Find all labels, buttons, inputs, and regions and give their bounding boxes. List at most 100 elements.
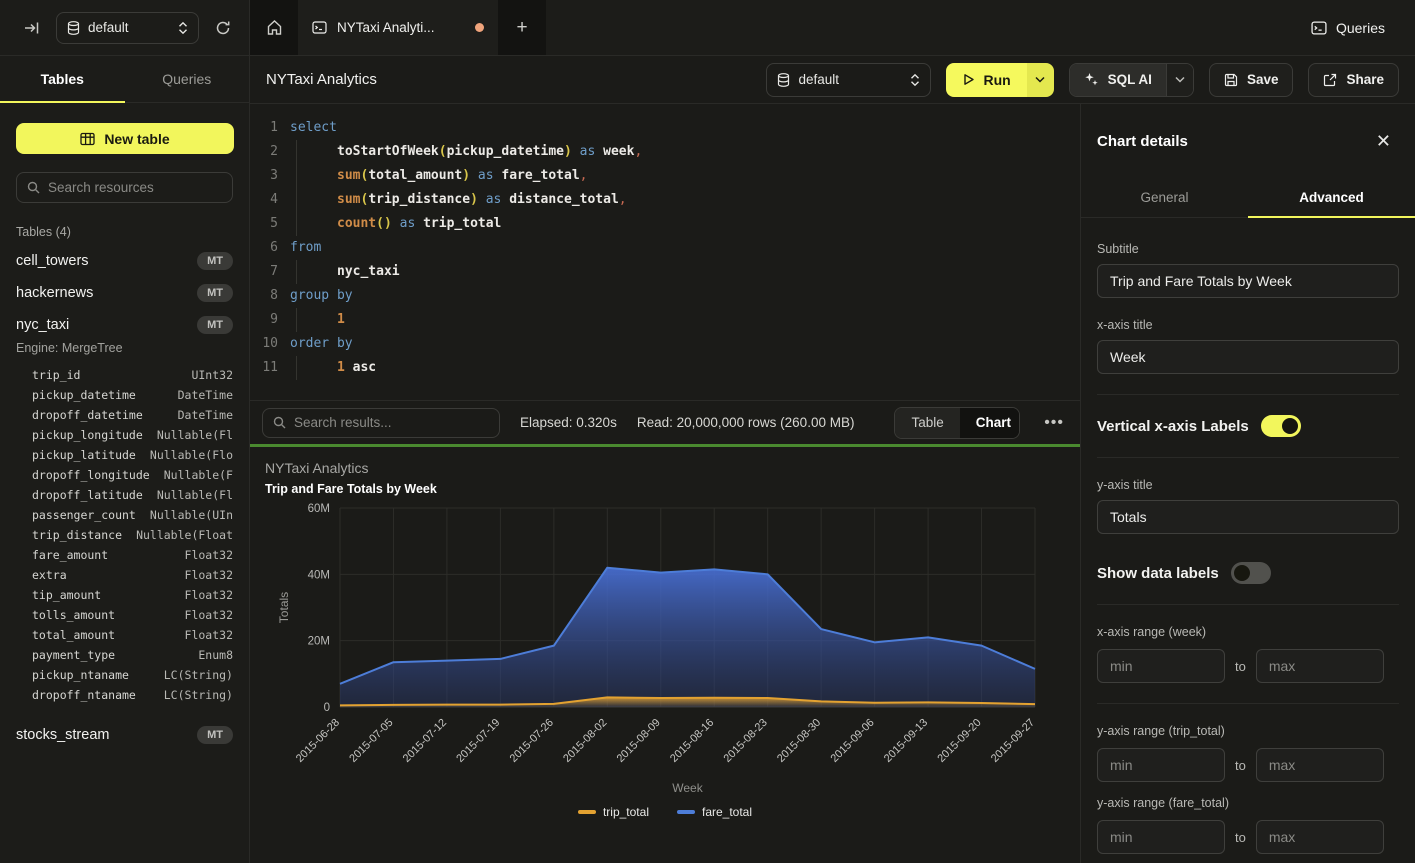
editor-line[interactable]: 5count() as trip_total (250, 212, 1080, 236)
svg-text:2015-08-23: 2015-08-23 (722, 717, 770, 765)
column-name: pickup_longitude (32, 425, 143, 445)
yrange-trip-min-input[interactable] (1097, 748, 1225, 782)
legend-swatch (578, 810, 596, 814)
sql-token (572, 144, 580, 159)
yaxis-title-input[interactable] (1097, 500, 1399, 534)
sql-token: fare_total (501, 168, 579, 183)
toolbar-database-selector[interactable]: default (766, 63, 931, 97)
sql-ai-button[interactable]: SQL AI (1070, 64, 1166, 96)
line-code: 1 asc (290, 356, 1080, 380)
column-name: trip_distance (32, 525, 122, 545)
editor-line[interactable]: 11 1 asc (250, 356, 1080, 380)
divider (1097, 703, 1399, 704)
database-selector[interactable]: default (56, 12, 199, 44)
panel-tab-general[interactable]: General (1081, 178, 1248, 217)
sql-token: as (486, 192, 502, 207)
table-row-stocks-stream[interactable]: stocks_stream MT (0, 719, 249, 751)
queries-button[interactable]: Queries (1311, 20, 1385, 36)
column-row: pickup_latitudeNullable(Flo (32, 445, 233, 465)
run-button[interactable]: Run (946, 63, 1026, 97)
editor-line[interactable]: 91 (250, 308, 1080, 332)
sql-token: group by (290, 288, 353, 303)
console-icon (312, 20, 327, 35)
sql-ai-caret[interactable] (1166, 64, 1193, 96)
line-code: count() as trip_total (290, 212, 1080, 236)
xrange-min-input[interactable] (1097, 649, 1225, 683)
line-code: sum(total_amount) as fare_total, (290, 164, 1080, 188)
more-options-icon[interactable]: ••• (1040, 414, 1068, 432)
view-toggle-chart[interactable]: Chart (960, 408, 1020, 438)
results-search-input[interactable] (294, 415, 489, 430)
sidebar-tab-tables[interactable]: Tables (0, 56, 125, 102)
save-button[interactable]: Save (1209, 63, 1294, 97)
yrange-fare-max-input[interactable] (1256, 820, 1384, 854)
table-row-hackernews[interactable]: hackernews MT (0, 277, 249, 309)
xrange-label: x-axis range (week) (1097, 625, 1399, 639)
svg-text:Totals: Totals (277, 592, 291, 623)
top-bar: default NYTaxi Analyti... + (0, 0, 1415, 56)
results-bar: Elapsed: 0.320s Read: 20,000,000 rows (2… (250, 400, 1080, 444)
sql-token: nyc_taxi (337, 264, 400, 279)
sql-token: as (478, 168, 494, 183)
editor-line[interactable]: 6from (250, 236, 1080, 260)
close-icon[interactable]: ✕ (1376, 131, 1391, 152)
editor-line[interactable]: 3sum(total_amount) as fare_total, (250, 164, 1080, 188)
editor-line[interactable]: 1select (250, 116, 1080, 140)
sql-editor[interactable]: 1select2toStartOfWeek(pickup_datetime) a… (250, 104, 1080, 400)
resource-search-input[interactable] (48, 180, 222, 195)
query-tab[interactable]: NYTaxi Analyti... (298, 0, 498, 55)
column-name: extra (32, 565, 67, 585)
panel-tab-advanced[interactable]: Advanced (1248, 178, 1415, 217)
sql-token: , (580, 168, 588, 183)
collapse-sidebar-icon[interactable] (20, 16, 44, 40)
run-button-label: Run (983, 72, 1010, 88)
new-tab-button[interactable]: + (498, 0, 546, 55)
column-name: pickup_latitude (32, 445, 136, 465)
sql-token: () (376, 216, 392, 231)
yrange-trip-max-input[interactable] (1256, 748, 1384, 782)
editor-line[interactable]: 8 group by (250, 284, 1080, 308)
table-row-nyc-taxi[interactable]: nyc_taxi MT (0, 309, 249, 341)
line-number: 9 (250, 308, 278, 332)
refresh-icon[interactable] (211, 16, 235, 40)
line-number: 8 (250, 284, 278, 308)
run-options-caret[interactable] (1027, 63, 1054, 97)
chart-details-panel: Chart details ✕ General Advanced Subtitl… (1080, 104, 1415, 863)
data-labels-label: Show data labels (1097, 565, 1219, 582)
editor-line[interactable]: 2toStartOfWeek(pickup_datetime) as week, (250, 140, 1080, 164)
xaxis-title-input[interactable] (1097, 340, 1399, 374)
vertical-labels-toggle[interactable] (1261, 415, 1301, 437)
data-labels-toggle[interactable] (1231, 562, 1271, 584)
yrange-fare-min-input[interactable] (1097, 820, 1225, 854)
legend-item[interactable]: trip_total (578, 805, 649, 819)
sql-token: sum (337, 192, 360, 207)
sql-token: 1 (337, 360, 345, 375)
column-row: dropoff_latitudeNullable(Fl (32, 485, 233, 505)
legend-item[interactable]: fare_total (677, 805, 752, 819)
line-number: 11 (250, 356, 278, 380)
table-row-cell-towers[interactable]: cell_towers MT (0, 245, 249, 277)
column-row: passenger_countNullable(UIn (32, 505, 233, 525)
column-row: dropoff_ntanameLC(String) (32, 685, 233, 705)
subtitle-input[interactable] (1097, 264, 1399, 298)
editor-line[interactable]: 4sum(trip_distance) as distance_total, (250, 188, 1080, 212)
table-name: cell_towers (16, 253, 89, 269)
sidebar-tab-queries[interactable]: Queries (125, 56, 250, 102)
divider (1097, 457, 1399, 458)
column-row: trip_idUInt32 (32, 365, 233, 385)
panel-body: Subtitle x-axis title Vertical x-axis La… (1081, 218, 1415, 863)
search-icon (273, 416, 286, 429)
column-name: trip_id (32, 365, 80, 385)
home-tab-button[interactable] (250, 0, 298, 55)
new-table-button[interactable]: New table (16, 123, 234, 154)
svg-text:2015-08-09: 2015-08-09 (615, 717, 663, 765)
share-button[interactable]: Share (1308, 63, 1399, 97)
xrange-max-input[interactable] (1256, 649, 1384, 683)
editor-line[interactable]: 7nyc_taxi (250, 260, 1080, 284)
topbar-left: default (0, 0, 250, 55)
results-search (262, 408, 500, 438)
data-labels-row: Show data labels (1097, 562, 1399, 584)
editor-line[interactable]: 10order by (250, 332, 1080, 356)
view-toggle-table[interactable]: Table (895, 408, 959, 438)
new-table-label: New table (104, 131, 169, 147)
